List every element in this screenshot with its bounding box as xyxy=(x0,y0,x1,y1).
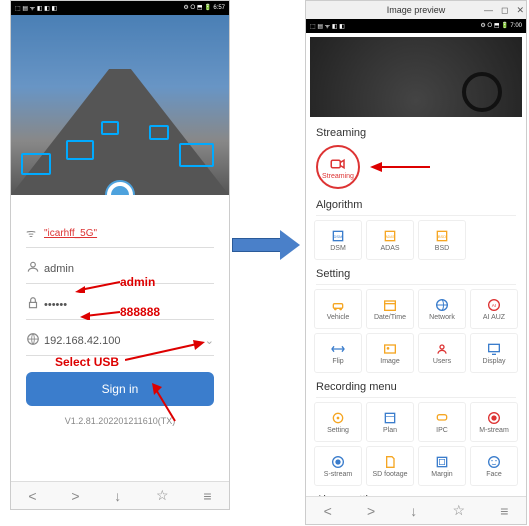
tile-adas[interactable]: ADASADAS xyxy=(366,220,414,260)
tile-bsd[interactable]: BSDBSD xyxy=(418,220,466,260)
tile-rec-setting[interactable]: Setting xyxy=(314,402,362,442)
tile-mstream[interactable]: M-stream xyxy=(470,402,518,442)
tile-display[interactable]: Display xyxy=(470,333,518,373)
phone-right: Image preview — ◻ ✕ ⬚ ▤ ᯤ ◧ ◧ ⚙ ⭘ ⬒ 🔋 7:… xyxy=(305,0,527,525)
hero-image xyxy=(11,15,229,195)
lock-icon xyxy=(26,296,44,313)
chevron-down-icon[interactable]: ⌄ xyxy=(205,334,214,347)
status-icons-r: ⬚ ▤ ᯤ ◧ ◧ xyxy=(310,22,345,30)
nav-forward-icon[interactable]: > xyxy=(71,488,79,504)
tile-image[interactable]: Image xyxy=(366,333,414,373)
arrow-to-signin xyxy=(150,383,180,423)
tile-sstream[interactable]: S-stream xyxy=(314,446,362,486)
maximize-icon[interactable]: ◻ xyxy=(501,5,508,16)
close-icon[interactable]: ✕ xyxy=(516,5,524,16)
nav-forward-icon-r[interactable]: > xyxy=(367,503,375,519)
tile-plan[interactable]: Plan xyxy=(366,402,414,442)
arrow-to-streaming xyxy=(370,157,430,177)
status-bar-right: ⬚ ▤ ᯤ ◧ ◧ ⚙ ⭘ ⬒ 🔋 7:00 xyxy=(306,19,526,33)
recording-grid: Setting Plan IPC M-stream S-stream SD fo… xyxy=(306,400,526,488)
nav-download-icon-r[interactable]: ↓ xyxy=(410,503,417,519)
annotation-password: 888888 xyxy=(120,305,160,319)
wifi-icon: ᯤ xyxy=(26,226,44,241)
username-value: admin xyxy=(44,263,74,275)
arrow-to-dropdown xyxy=(125,340,205,365)
status-right-r: ⚙ ⭘ ⬒ 🔋 7:00 xyxy=(480,22,522,30)
streaming-button[interactable]: Streaming xyxy=(316,145,360,189)
tile-margin[interactable]: Margin xyxy=(418,446,466,486)
nav-download-icon[interactable]: ↓ xyxy=(114,488,121,504)
tile-sdfootage[interactable]: SD footage xyxy=(366,446,414,486)
nav-bookmark-icon[interactable]: ☆ xyxy=(156,487,169,504)
ip-value: 192.168.42.100 xyxy=(44,335,120,347)
svg-text:ADAS: ADAS xyxy=(385,235,395,239)
tile-ipc[interactable]: IPC xyxy=(418,402,466,442)
tile-aiauz[interactable]: AIAI AUZ xyxy=(470,289,518,329)
setting-grid: Vehicle Date/Time Network AIAI AUZ Flip … xyxy=(306,287,526,375)
algorithm-grid: DSMDSM ADASADAS BSDBSD xyxy=(306,218,526,262)
annotation-admin: admin xyxy=(120,275,155,289)
status-icons: ⬚ ▤ ᯤ ◧ ◧ ◧ xyxy=(15,4,57,12)
nav-menu-icon-r[interactable]: ≡ xyxy=(500,503,508,519)
section-setting: Setting xyxy=(306,262,526,282)
svg-text:AI: AI xyxy=(492,303,496,308)
password-value: •••••• xyxy=(44,299,67,311)
globe-icon xyxy=(26,332,44,349)
tile-face[interactable]: Face xyxy=(470,446,518,486)
minimize-icon[interactable]: — xyxy=(484,5,493,16)
nav-back-icon[interactable]: < xyxy=(28,488,36,504)
arrow-to-username xyxy=(75,278,120,293)
tile-network[interactable]: Network xyxy=(418,289,466,329)
arrow-to-password xyxy=(80,308,120,320)
big-arrow xyxy=(232,230,302,260)
version-text: V1.2.81.202201211610(TX) xyxy=(26,416,214,426)
tile-users[interactable]: Users xyxy=(418,333,466,373)
svg-text:BSD: BSD xyxy=(438,234,446,239)
signin-button[interactable]: Sign in xyxy=(26,372,214,406)
svg-text:DSM: DSM xyxy=(334,234,343,239)
section-algorithm: Algorithm xyxy=(306,193,526,213)
nav-back-icon-r[interactable]: < xyxy=(324,503,332,519)
nav-menu-icon[interactable]: ≡ xyxy=(203,488,211,504)
user-icon xyxy=(26,260,44,277)
status-bar-left: ⬚ ▤ ᯤ ◧ ◧ ◧ ⚙ ⭘ ⬒ 🔋 6:57 xyxy=(11,1,229,15)
phone-left: ⬚ ▤ ᯤ ◧ ◧ ◧ ⚙ ⭘ ⬒ 🔋 6:57 ᯤ "icarhff_5G" … xyxy=(10,0,230,510)
tile-vehicle[interactable]: Vehicle xyxy=(314,289,362,329)
window-title: Image preview xyxy=(387,5,446,15)
nav-bookmark-icon-r[interactable]: ☆ xyxy=(452,502,465,519)
tile-flip[interactable]: Flip xyxy=(314,333,362,373)
preview-image xyxy=(310,37,522,117)
tile-datetime[interactable]: Date/Time xyxy=(366,289,414,329)
nav-bar-right: < > ↓ ☆ ≡ xyxy=(306,496,526,524)
window-titlebar: Image preview — ◻ ✕ xyxy=(306,1,526,19)
status-right: ⚙ ⭘ ⬒ 🔋 6:57 xyxy=(183,4,225,12)
tile-dsm[interactable]: DSMDSM xyxy=(314,220,362,260)
wifi-field[interactable]: ᯤ "icarhff_5G" xyxy=(26,220,214,248)
section-streaming: Streaming xyxy=(306,121,526,141)
nav-bar-left: < > ↓ ☆ ≡ xyxy=(11,481,229,509)
annotation-select-usb: Select USB xyxy=(55,355,119,369)
section-recording: Recording menu xyxy=(306,375,526,395)
wifi-name[interactable]: "icarhff_5G" xyxy=(44,228,97,239)
